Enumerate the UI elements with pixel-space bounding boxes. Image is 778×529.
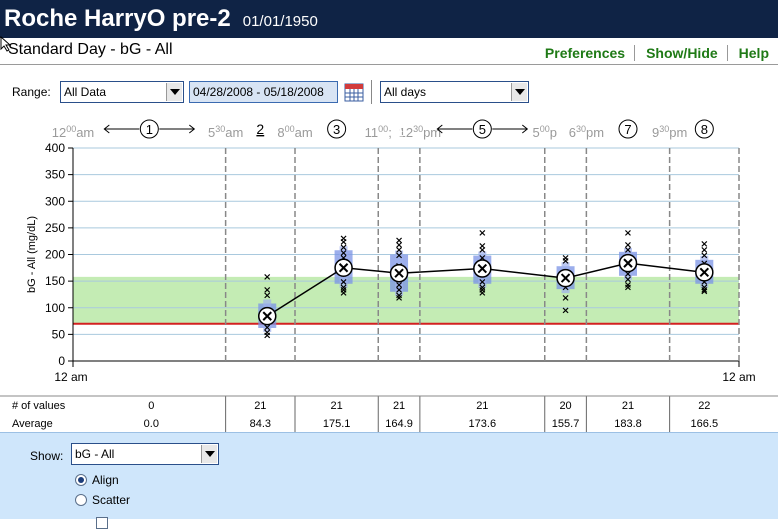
reading-marker: ×	[263, 290, 271, 301]
reading-marker: ×	[478, 288, 486, 299]
reading-marker: ×	[700, 287, 708, 298]
time-label: 1200am	[52, 124, 95, 140]
x-end-label: 12 am	[722, 370, 755, 384]
x-start-label: 12 am	[54, 370, 87, 384]
y-tick-label: 350	[45, 168, 65, 182]
chevron-down-icon[interactable]	[201, 445, 217, 463]
count-cell: 21	[254, 400, 266, 412]
average-cell: 175.1	[323, 418, 351, 430]
period-number: 7	[624, 122, 631, 137]
y-tick-label: 150	[45, 274, 65, 288]
count-cell: 20	[559, 400, 571, 412]
y-tick-label: 0	[58, 354, 65, 368]
average-cell: 164.9	[385, 418, 413, 430]
period-number: 2	[256, 121, 264, 137]
average-cell: 155.7	[552, 418, 580, 430]
reading-marker: ×	[478, 228, 486, 239]
time-band-header: 1200am 530am 800am 1100; 1230pm 500p 630pm 930p…	[52, 119, 714, 140]
show-select[interactable]: bG - All	[71, 443, 219, 465]
row-label-count: # of values	[12, 400, 66, 412]
reading-marker: ×	[624, 282, 632, 293]
time-label: 530am	[208, 124, 243, 140]
time-label: 800am	[277, 124, 312, 140]
period-number: 1	[146, 122, 153, 137]
show-panel: Show: bG - All Align Scatter	[0, 432, 778, 529]
count-cell: 22	[698, 400, 710, 412]
time-label: 1100;	[365, 124, 392, 140]
y-tick-label: 300	[45, 194, 65, 208]
reading-marker: ×	[339, 288, 347, 299]
count-cell: 0	[148, 400, 154, 412]
reading-marker: ×	[263, 272, 271, 283]
reading-marker: ×	[561, 256, 569, 267]
time-label: 630pm	[569, 124, 604, 140]
align-radio[interactable]	[75, 474, 87, 486]
average-cell: 166.5	[691, 418, 719, 430]
period-number: 4	[395, 121, 403, 137]
stats-table: # of values Average 0 0.0 21 84.3 21 175.1 21 164…	[0, 395, 778, 432]
reading-marker: ×	[395, 293, 403, 304]
count-cell: 21	[622, 400, 634, 412]
y-tick-label: 50	[52, 327, 66, 341]
reading-marker: ×	[561, 293, 569, 304]
reading-marker: ×	[263, 330, 271, 341]
scatter-label[interactable]: Scatter	[92, 493, 130, 507]
y-tick-label: 200	[45, 248, 65, 262]
time-label: 500p	[533, 124, 557, 140]
time-label: 1230pm	[399, 124, 442, 140]
count-cell: 21	[393, 400, 405, 412]
reading-marker: ×	[624, 228, 632, 239]
plot-area: 0 50 100 150 200 250 300 350 400 12 am 12 am bG - A…	[26, 141, 756, 384]
scatter-radio[interactable]	[75, 494, 87, 506]
period-number: 5	[479, 122, 486, 137]
reading-marker: ×	[395, 251, 403, 262]
y-tick-label: 400	[45, 141, 65, 155]
count-cell: 21	[476, 400, 488, 412]
y-tick-label: 250	[45, 221, 65, 235]
average-cell: 84.3	[250, 418, 271, 430]
count-cell: 21	[331, 400, 343, 412]
y-axis-label: bG - All (mg/dL)	[26, 216, 38, 293]
average-cell: 0.0	[144, 418, 159, 430]
average-cell: 183.8	[614, 418, 642, 430]
reading-marker: ×	[561, 305, 569, 316]
period-number: 6	[562, 121, 570, 137]
show-select-value: bG - All	[75, 447, 115, 461]
y-tick-label: 100	[45, 301, 65, 315]
time-label: 930pm	[652, 124, 687, 140]
row-label-average: Average	[12, 418, 53, 430]
standard-day-chart: 1200am 530am 800am 1100; 1230pm 500p 630pm 930p…	[0, 119, 778, 432]
period-number: 3	[333, 122, 340, 137]
show-label: Show:	[30, 449, 64, 463]
period-number: 8	[701, 122, 708, 137]
average-cell: 173.6	[469, 418, 497, 430]
align-label[interactable]: Align	[92, 473, 119, 487]
